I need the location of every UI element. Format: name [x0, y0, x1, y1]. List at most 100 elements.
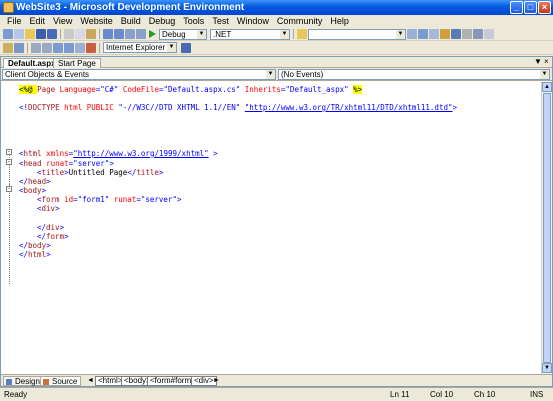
vertical-scrollbar[interactable]: ▲ ▼ [541, 82, 552, 374]
code-token: > [59, 223, 65, 232]
chevron-down-icon[interactable]: ▼ [280, 29, 289, 39]
close-button[interactable]: × [538, 1, 551, 14]
start-debugging-icon[interactable] [149, 30, 156, 38]
navigate-forward-icon[interactable] [136, 29, 146, 39]
code-token: > [46, 250, 51, 259]
chevron-down-icon[interactable]: ▼ [197, 29, 206, 39]
chevron-down-icon[interactable]: ▼ [540, 70, 549, 79]
save-icon[interactable] [36, 29, 46, 39]
menu-window[interactable]: Window [233, 15, 273, 28]
collapse-head-icon[interactable]: - [6, 159, 12, 165]
code-token: ="Default_aspx" [280, 85, 354, 94]
code-token: </ [19, 177, 29, 186]
menu-test[interactable]: Test [208, 15, 233, 28]
paste-icon[interactable] [86, 29, 96, 39]
status-column: Col 10 [430, 390, 454, 399]
tab-start-page[interactable]: Start Page [53, 58, 101, 68]
code-token: </ [37, 232, 47, 241]
status-line: Ln 11 [390, 390, 410, 399]
toolbar-separator [99, 29, 100, 39]
design-view-tab[interactable]: Design [3, 376, 44, 386]
find-icon[interactable] [407, 29, 417, 39]
document-tab-strip: Default.aspx Start Page ▼ × [1, 57, 552, 68]
menu-edit[interactable]: Edit [26, 15, 50, 28]
maximize-button[interactable]: □ [524, 1, 537, 14]
minimize-button[interactable]: _ [510, 1, 523, 14]
code-token: <%@ [19, 85, 38, 94]
indent-icon[interactable] [14, 42, 24, 53]
cut-icon[interactable] [64, 29, 74, 39]
code-token: head [23, 159, 47, 168]
target-browser-combo[interactable]: Internet Explorer 6.0 ▼ [103, 42, 177, 53]
properties-icon[interactable] [429, 29, 439, 39]
uncomment-icon[interactable] [42, 42, 52, 53]
validation-settings-icon[interactable] [181, 42, 191, 53]
menu-website[interactable]: Website [76, 15, 116, 28]
tab-list-icon[interactable]: ▼ [534, 57, 542, 67]
validate-icon[interactable] [75, 42, 85, 53]
toolbox-icon[interactable] [451, 29, 461, 39]
source-view-tab[interactable]: Source [40, 376, 82, 386]
find-in-files-icon[interactable] [297, 29, 307, 39]
next-bookmark-icon[interactable] [64, 42, 74, 53]
code-token: </ [37, 223, 47, 232]
xmlns-link[interactable]: "http://www.w3.org/1999/xhtml" [73, 149, 208, 158]
comment-icon[interactable] [31, 42, 41, 53]
bookmark-icon[interactable] [53, 42, 63, 53]
undo-icon[interactable] [103, 29, 113, 39]
status-text: Ready [4, 390, 28, 399]
collapse-body-icon[interactable]: - [6, 186, 12, 192]
scroll-up-icon[interactable]: ▲ [542, 82, 552, 92]
redo-icon[interactable] [114, 29, 124, 39]
tools-icon[interactable] [462, 29, 472, 39]
open-file-icon[interactable] [25, 29, 35, 39]
start-page-icon[interactable] [473, 29, 483, 39]
menu-view[interactable]: View [49, 15, 76, 28]
menu-build[interactable]: Build [117, 15, 145, 28]
code-token: > [46, 177, 51, 186]
scroll-down-icon[interactable]: ▼ [542, 363, 552, 373]
code-token: div [46, 223, 60, 232]
find-combo[interactable]: ▼ [308, 28, 406, 40]
chevron-down-icon[interactable]: ▼ [167, 43, 176, 52]
menu-community[interactable]: Community [273, 15, 327, 28]
solution-config-combo[interactable]: Debug ▼ [159, 28, 207, 40]
menu-file[interactable]: File [3, 15, 26, 28]
code-token: > [109, 159, 114, 168]
scrollbar-thumb[interactable] [543, 93, 551, 363]
chevron-down-icon[interactable]: ▼ [396, 29, 405, 39]
navigate-back-icon[interactable] [125, 29, 135, 39]
menu-help[interactable]: Help [326, 15, 353, 28]
status-char: Ch 10 [474, 390, 496, 399]
check-accessibility-icon[interactable] [86, 42, 96, 53]
events-combo[interactable]: (No Events) ▼ [278, 69, 550, 80]
menu-tools[interactable]: Tools [179, 15, 208, 28]
window-titlebar[interactable]: WebSite3 - Microsoft Development Environ… [0, 0, 553, 15]
tab-default-aspx[interactable]: Default.aspx [3, 58, 61, 68]
toolbar-options-icon[interactable] [484, 29, 494, 39]
doctype-link[interactable]: "http://www.w3.org/TR/xhtml11/DTD/xhtml1… [245, 103, 453, 112]
chevron-down-icon[interactable]: ▼ [266, 70, 275, 79]
code-token: runat [46, 159, 69, 168]
code-token: > [176, 195, 182, 204]
format-icon[interactable] [3, 42, 13, 53]
platform-combo[interactable]: .NET ▼ [210, 28, 290, 40]
close-document-icon[interactable]: × [544, 57, 549, 67]
code-token: head [28, 177, 47, 186]
menu-debug[interactable]: Debug [145, 15, 180, 28]
code-line-9: <div> [37, 204, 60, 214]
collapse-html-icon[interactable]: - [6, 149, 12, 155]
window-title: WebSite3 - Microsoft Development Environ… [16, 2, 245, 13]
solution-explorer-icon[interactable] [418, 29, 428, 39]
copy-icon[interactable] [75, 29, 85, 39]
save-all-icon[interactable] [47, 29, 57, 39]
breadcrumb-back-icon[interactable]: ◄ [87, 376, 94, 386]
code-token: Page [37, 85, 60, 94]
events-value: (No Events) [281, 70, 324, 79]
object-browser-icon[interactable] [440, 29, 450, 39]
add-item-icon[interactable] [14, 29, 24, 39]
client-objects-combo[interactable]: Client Objects & Events ▼ [2, 69, 276, 80]
new-project-icon[interactable] [3, 29, 13, 39]
breadcrumb-forward-icon[interactable]: ► [213, 376, 220, 386]
code-editor[interactable]: - - - <%@ Page Language="C#" CodeFile="D… [1, 82, 541, 374]
